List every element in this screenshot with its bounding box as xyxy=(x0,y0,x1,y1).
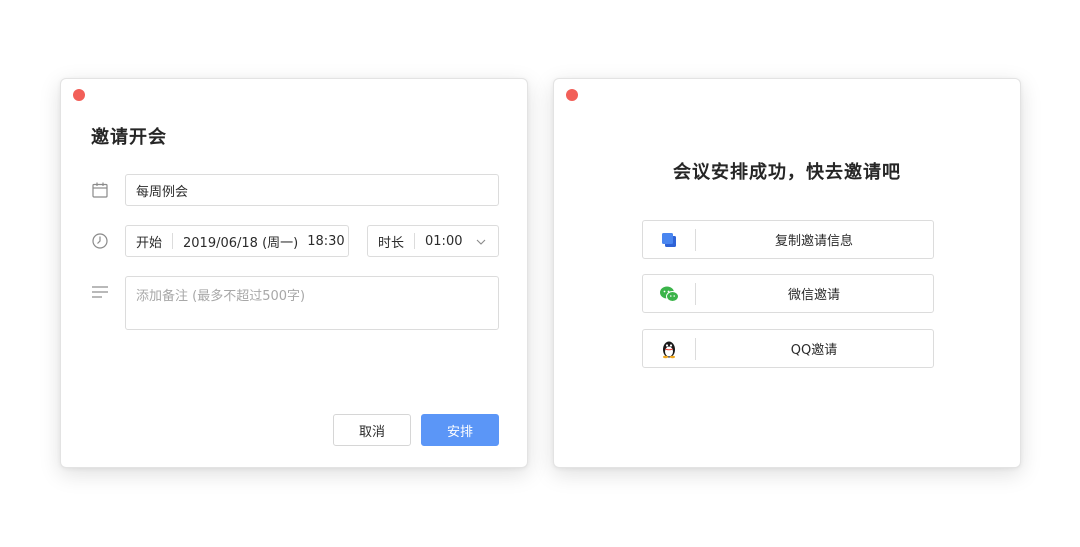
wechat-icon xyxy=(660,286,679,302)
dialog-title: 邀请开会 xyxy=(91,127,167,148)
meeting-title-input[interactable]: 每周例会 xyxy=(125,174,499,206)
field-divider xyxy=(172,233,174,249)
note-lines-icon xyxy=(92,286,108,298)
copy-invite-button[interactable]: 复制邀请信息 xyxy=(642,220,934,259)
field-divider xyxy=(414,233,416,249)
schedule-button[interactable]: 安排 xyxy=(421,414,499,446)
success-title: 会议安排成功，快去邀请吧 xyxy=(673,162,901,183)
wechat-invite-label: 微信邀请 xyxy=(787,288,840,303)
cancel-button[interactable]: 取消 xyxy=(333,414,411,446)
qq-icon xyxy=(663,341,675,359)
note-placeholder: 添加备注 (最多不超过500字) xyxy=(136,289,306,304)
invite-meeting-dialog: 邀请开会 每周例会 开始 2019/06/18 (周一) 18:30 时长 01… xyxy=(60,78,528,468)
start-time-field[interactable]: 开始 2019/06/18 (周一) 18:30 xyxy=(125,225,349,257)
clock-icon xyxy=(92,233,108,249)
wechat-invite-button[interactable]: 微信邀请 xyxy=(642,274,934,313)
duration-value: 01:00 xyxy=(425,233,463,249)
duration-select[interactable]: 时长 01:00 xyxy=(367,225,499,257)
calendar-icon xyxy=(92,182,108,198)
close-window-button[interactable] xyxy=(566,89,578,101)
copy-icon xyxy=(662,233,676,247)
qq-invite-button[interactable]: QQ邀请 xyxy=(642,329,934,368)
start-label: 开始 xyxy=(136,235,163,251)
meeting-title-value: 每周例会 xyxy=(136,184,189,200)
copy-invite-label: 复制邀请信息 xyxy=(774,234,853,249)
meeting-scheduled-dialog: 会议安排成功，快去邀请吧 复制邀请信息 微信邀请 QQ邀请 xyxy=(553,78,1021,468)
qq-invite-label: QQ邀请 xyxy=(790,343,838,358)
close-window-button[interactable] xyxy=(73,89,85,101)
start-date-value: 2019/06/18 (周一) xyxy=(183,235,299,251)
duration-label: 时长 xyxy=(378,235,405,251)
start-time-value: 18:30 xyxy=(307,233,345,249)
chevron-down-icon xyxy=(476,239,486,245)
note-textarea[interactable]: 添加备注 (最多不超过500字) xyxy=(125,276,499,330)
